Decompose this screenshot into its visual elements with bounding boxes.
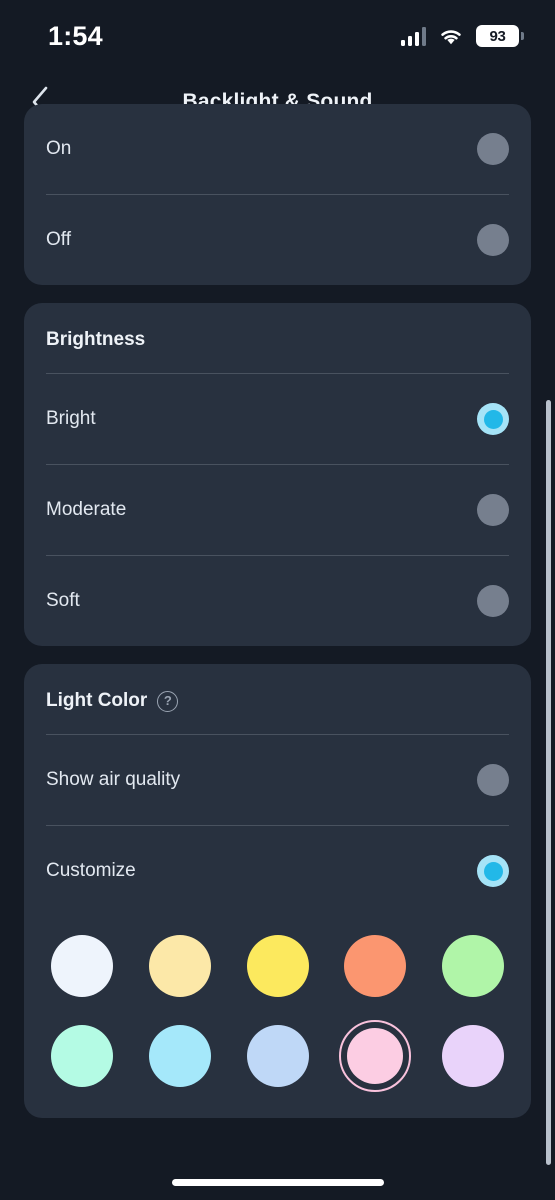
color-swatch-periwinkle[interactable] bbox=[242, 1020, 314, 1092]
swatch-fill bbox=[347, 1028, 404, 1084]
vertical-scrollbar[interactable] bbox=[546, 400, 551, 1165]
status-bar: 1:54 93 bbox=[0, 0, 555, 72]
radio-show-air-quality[interactable] bbox=[477, 764, 509, 796]
settings-scroll-area[interactable]: On Off Brightness Bright Moderate Soft L… bbox=[0, 104, 555, 1200]
brightness-card: Brightness Bright Moderate Soft bbox=[24, 303, 531, 646]
color-swatch-cream[interactable] bbox=[144, 930, 216, 1002]
color-swatch-salmon[interactable] bbox=[339, 930, 411, 1002]
swatch-fill bbox=[344, 935, 407, 997]
row-show-air-quality[interactable]: Show air quality bbox=[46, 735, 509, 825]
question-mark-circle-icon[interactable]: ? bbox=[157, 690, 179, 712]
radio-brightness-soft[interactable] bbox=[477, 585, 509, 617]
swatch-fill bbox=[148, 1025, 211, 1087]
light-color-section-title: Light Color ? bbox=[46, 664, 509, 734]
battery-level: 93 bbox=[489, 27, 506, 45]
swatch-fill bbox=[442, 935, 504, 997]
color-swatch-sky-blue[interactable] bbox=[144, 1020, 216, 1092]
row-label: On bbox=[46, 138, 72, 159]
row-label: Show air quality bbox=[46, 769, 181, 790]
phone-screen: 1:54 93 Backlight & Sound On Off Brightn… bbox=[0, 0, 555, 1200]
row-label: Customize bbox=[46, 860, 136, 881]
swatch-fill bbox=[51, 1025, 113, 1087]
swatch-fill bbox=[442, 1025, 504, 1087]
row-backlight-off[interactable]: Off bbox=[46, 195, 509, 285]
status-bar-time: 1:54 bbox=[48, 20, 103, 51]
row-brightness-moderate[interactable]: Moderate bbox=[46, 465, 509, 555]
color-swatch-grid bbox=[46, 916, 509, 1118]
color-swatch-white[interactable] bbox=[46, 930, 118, 1002]
radio-backlight-off[interactable] bbox=[477, 224, 509, 256]
cellular-signal-icon bbox=[400, 26, 426, 46]
radio-brightness-bright[interactable] bbox=[477, 403, 509, 435]
home-indicator[interactable] bbox=[171, 1179, 384, 1186]
row-label: Soft bbox=[46, 590, 80, 611]
radio-brightness-moderate[interactable] bbox=[477, 494, 509, 526]
backlight-card: On Off bbox=[24, 104, 531, 285]
row-brightness-soft[interactable]: Soft bbox=[46, 556, 509, 646]
battery-icon: 93 bbox=[476, 25, 524, 47]
row-brightness-bright[interactable]: Bright bbox=[46, 374, 509, 464]
row-backlight-on[interactable]: On bbox=[46, 104, 509, 194]
swatch-fill bbox=[51, 935, 113, 997]
row-label: Off bbox=[46, 229, 71, 250]
status-bar-indicators: 93 bbox=[400, 25, 524, 47]
color-swatch-light-green[interactable] bbox=[437, 930, 509, 1002]
color-swatch-row bbox=[46, 930, 509, 1002]
color-swatch-lavender[interactable] bbox=[437, 1020, 509, 1092]
color-swatch-yellow[interactable] bbox=[242, 930, 314, 1002]
row-customize[interactable]: Customize bbox=[46, 826, 509, 916]
color-swatch-row bbox=[46, 1020, 509, 1092]
radio-customize[interactable] bbox=[477, 855, 509, 887]
swatch-fill bbox=[246, 935, 309, 997]
row-label: Moderate bbox=[46, 499, 127, 520]
radio-backlight-on[interactable] bbox=[477, 133, 509, 165]
swatch-fill bbox=[148, 935, 211, 997]
wifi-icon bbox=[438, 27, 464, 46]
swatch-fill bbox=[246, 1025, 309, 1087]
light-color-title-text: Light Color bbox=[46, 690, 148, 711]
light-color-card: Light Color ? Show air quality Customize bbox=[24, 664, 531, 1118]
color-swatch-mint[interactable] bbox=[46, 1020, 118, 1092]
color-swatch-pink[interactable] bbox=[339, 1020, 412, 1092]
brightness-section-title: Brightness bbox=[46, 329, 146, 350]
row-label: Bright bbox=[46, 408, 96, 429]
